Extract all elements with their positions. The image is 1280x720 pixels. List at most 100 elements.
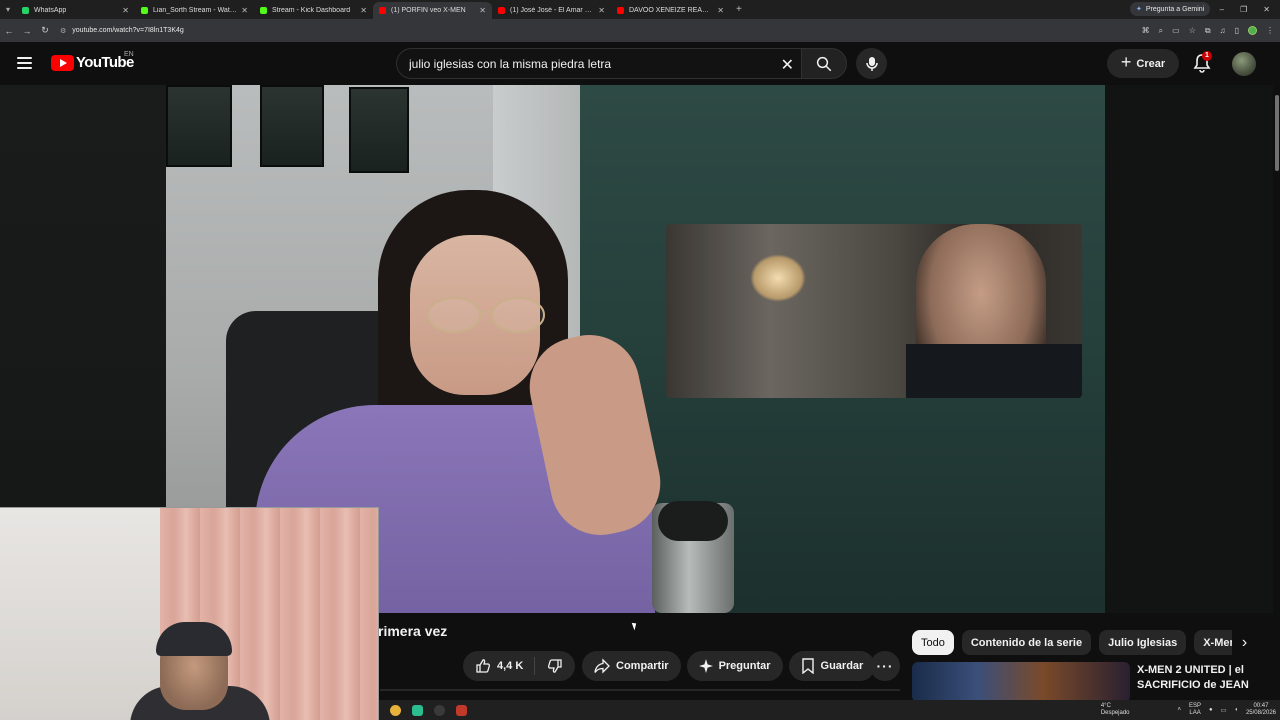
webcam-person-cap <box>156 622 232 656</box>
clock-date: 25/08/2026 <box>1245 710 1276 716</box>
youtube-logo[interactable]: YouTube EN <box>51 51 134 71</box>
share-button[interactable]: Compartir <box>582 651 681 681</box>
tab-title: DAVOO XENEIZE REACCIONA A <box>629 7 713 14</box>
extensions-icon[interactable]: ⧉ <box>1205 26 1211 36</box>
address-bar-icons: ⌘ ⌕ ▭ ☆ ⧉ ♫ ▯ ⋮ <box>1142 19 1274 42</box>
browser-tab[interactable]: Stream - Kick Dashboard ✕ <box>254 2 373 19</box>
menu-icon[interactable] <box>17 57 32 69</box>
browser-menu-icon[interactable]: ⋮ <box>1266 26 1274 35</box>
webcam-wall <box>0 508 160 720</box>
sidepanel-icon[interactable]: ▯ <box>1235 26 1239 35</box>
translate-icon[interactable]: ⌘ <box>1142 26 1150 35</box>
thumbs-down-icon <box>547 659 562 673</box>
more-dots-icon: ··· <box>876 658 894 674</box>
create-button[interactable]: + Crear <box>1107 49 1179 78</box>
voice-search-button[interactable] <box>856 48 887 79</box>
gemini-spark-icon: ✦ <box>1136 6 1142 13</box>
search-box: ✕ <box>396 48 802 79</box>
chevron-up-icon[interactable]: ˄ <box>1178 707 1182 713</box>
media-icon[interactable]: ♫ <box>1220 26 1226 35</box>
filter-chip[interactable]: Todo <box>912 630 954 655</box>
microphone-icon <box>865 56 878 71</box>
weather-text: Despejado <box>1100 710 1130 716</box>
minimize-icon[interactable]: – <box>1220 5 1224 14</box>
wall-picture <box>349 87 409 173</box>
filter-chip[interactable]: Julio Iglesias <box>1099 630 1187 655</box>
obs-taskbar-icon[interactable] <box>434 704 445 716</box>
mouse-cursor-icon <box>631 621 639 631</box>
window-controls: – ❐ ✕ <box>1220 0 1276 19</box>
save-button[interactable]: Guardar <box>788 651 876 681</box>
close-tab-icon[interactable]: ✕ <box>717 6 724 15</box>
like-button[interactable]: 4,4 K <box>463 657 535 675</box>
wall-picture <box>260 85 324 167</box>
new-tab-button[interactable]: + <box>736 4 742 15</box>
tab-title: (1) José José - El Amar y el <box>510 7 595 14</box>
gemini-button[interactable]: ✦ Pregunta a Gemini <box>1130 2 1211 16</box>
close-tab-icon[interactable]: ✕ <box>360 6 367 15</box>
browser-tab[interactable]: (1) José José - El Amar y el ✕ <box>492 2 611 19</box>
app-red-taskbar-icon[interactable] <box>456 704 467 716</box>
scrollbar-thumb[interactable] <box>1275 95 1279 171</box>
network-icon[interactable]: ▭ <box>1221 707 1227 714</box>
browser-tab-strip: ▾ WhatsApp✕Lian_Sorth Stream - Watch Liv… <box>0 0 1280 19</box>
maximize-icon[interactable]: ❐ <box>1240 5 1247 14</box>
search-button[interactable] <box>801 48 847 79</box>
notifications-button[interactable]: 1 <box>1192 51 1212 73</box>
close-tab-icon[interactable]: ✕ <box>479 6 486 15</box>
back-icon[interactable]: ← <box>0 26 18 36</box>
chevron-right-icon[interactable]: › <box>1232 630 1257 655</box>
zoom-icon[interactable]: ⌕ <box>1159 26 1163 36</box>
lang-bottom: LAA <box>1189 710 1201 716</box>
chrome-taskbar-icon[interactable] <box>390 704 401 716</box>
reload-icon[interactable]: ↻ <box>36 25 54 36</box>
search-input[interactable] <box>409 56 769 71</box>
gemini-label: Pregunta a Gemini <box>1145 5 1205 13</box>
volume-icon[interactable]: ◖ <box>1234 707 1238 713</box>
more-actions-button[interactable]: ··· <box>870 651 900 681</box>
video-title: rimera vez <box>378 623 448 639</box>
tab-title: (1) PORFIN veo X-MEN <box>391 7 466 14</box>
tab-title: WhatsApp <box>34 7 67 14</box>
inset-lamp <box>750 254 806 302</box>
account-avatar[interactable] <box>1232 52 1256 76</box>
bookmark-star-icon[interactable]: ☆ <box>1189 26 1196 35</box>
sparkle-icon <box>698 659 713 673</box>
url-field[interactable]: ⚙ youtube.com/watch?v=7I8ln1T3K4g <box>60 23 1120 38</box>
url-text: youtube.com/watch?v=7I8ln1T3K4g <box>72 27 184 34</box>
related-chips: Todo Contenido de la serie Julio Iglesias X… <box>912 630 1246 655</box>
browser-tab[interactable]: Lian_Sorth Stream - Watch Liv✕ <box>135 2 254 19</box>
forward-icon[interactable]: → <box>18 26 36 36</box>
close-window-icon[interactable]: ✕ <box>1263 5 1270 14</box>
video-thermos-cap <box>658 501 728 541</box>
language-indicator[interactable]: ESP LAA <box>1189 703 1201 717</box>
site-info-icon[interactable]: ⚙ <box>60 27 66 35</box>
browser-tab[interactable]: DAVOO XENEIZE REACCIONA A ✕ <box>611 2 730 19</box>
filter-chip[interactable]: Contenido de la serie <box>961 630 1092 655</box>
clock-time: 00:47 <box>1253 703 1269 709</box>
system-clock[interactable]: 00:47 25/08/2026 <box>1246 703 1276 717</box>
inset-suit <box>906 344 1082 398</box>
tab-favicon-icon <box>260 7 267 14</box>
dislike-button[interactable] <box>535 658 575 674</box>
microphone-tray-icon[interactable]: ● <box>1209 707 1213 713</box>
windows-taskbar: 4°C Despejado ˄ ESP LAA ● ▭ ◖ 00:47 25/0… <box>379 700 1280 720</box>
cast-icon[interactable]: ▭ <box>1172 26 1180 35</box>
clear-search-icon[interactable]: ✕ <box>781 55 794 75</box>
recommendation-title[interactable]: X-MEN 2 UNITED | el SACRIFICIO de JEAN <box>1137 663 1262 693</box>
share-icon <box>594 658 610 674</box>
browser-tab[interactable]: (1) PORFIN veo X-MEN ✕ <box>373 2 492 19</box>
recommendation-thumbnail[interactable] <box>912 662 1130 702</box>
browser-tab[interactable]: WhatsApp ✕ <box>16 2 135 19</box>
tab-title: Stream - Kick Dashboard <box>272 7 351 14</box>
close-tab-icon[interactable]: ✕ <box>598 6 605 15</box>
app-taskbar-icon[interactable] <box>412 704 423 716</box>
weather-widget[interactable]: 4°C Despejado <box>1101 703 1130 717</box>
profile-avatar-icon[interactable] <box>1248 26 1257 35</box>
tab-search-icon[interactable]: ▾ <box>0 0 16 19</box>
page-scrollbar[interactable] <box>1273 85 1280 700</box>
close-tab-icon[interactable]: ✕ <box>241 6 248 15</box>
ask-button[interactable]: Preguntar <box>686 651 783 681</box>
close-tab-icon[interactable]: ✕ <box>122 6 129 15</box>
description-box-edge <box>380 689 900 691</box>
